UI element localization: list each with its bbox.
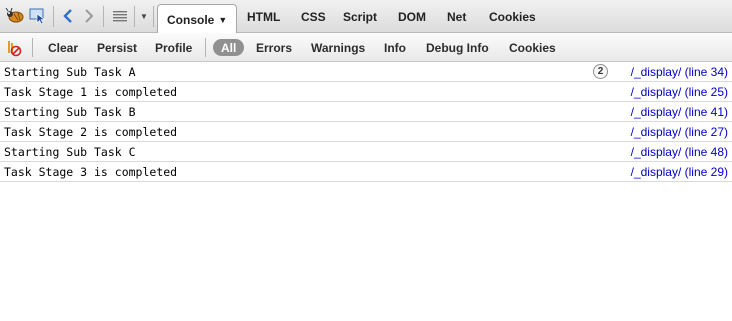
tab-css-label: CSS <box>301 9 326 24</box>
log-row: Starting Sub Task C /_display/ (line 48) <box>0 142 732 162</box>
tab-net[interactable]: Net <box>438 0 475 33</box>
inspect-icon[interactable] <box>28 5 48 27</box>
firebug-icon[interactable] <box>4 5 26 27</box>
log-row: Task Stage 3 is completed /_display/ (li… <box>0 162 732 182</box>
log-source-link[interactable]: /_display/ (line 34) <box>631 65 728 79</box>
clear-console-icon[interactable] <box>4 37 24 59</box>
log-row: Task Stage 1 is completed /_display/ (li… <box>0 82 732 102</box>
filter-errors[interactable]: Errors <box>256 33 292 62</box>
toolbar-separator <box>134 6 135 27</box>
toolbar-separator <box>153 6 154 27</box>
log-row: Task Stage 2 is completed /_display/ (li… <box>0 122 732 142</box>
filter-info-label: Info <box>384 40 406 55</box>
tab-cookies-label: Cookies <box>489 9 536 24</box>
log-source-link[interactable]: /_display/ (line 25) <box>631 85 728 99</box>
persist-button-label: Persist <box>97 40 138 55</box>
tab-console-label: Console <box>167 12 215 27</box>
persist-button[interactable]: Persist <box>97 33 137 62</box>
menu-dropdown-icon[interactable]: ▼ <box>137 5 151 27</box>
filter-debug-info[interactable]: Debug Info <box>426 33 489 62</box>
log-row: Starting Sub Task A 2 /_display/ (line 3… <box>0 62 732 82</box>
filter-cookies[interactable]: Cookies <box>509 33 556 62</box>
console-filter-bar: Clear Persist Profile All Errors Warning… <box>0 33 732 62</box>
profile-button-label: Profile <box>155 40 193 55</box>
tab-dom[interactable]: DOM <box>389 0 435 33</box>
tab-script[interactable]: Script <box>334 0 386 33</box>
log-source-link[interactable]: /_display/ (line 48) <box>631 145 728 159</box>
toolbar-separator <box>103 6 104 27</box>
console-log: Starting Sub Task A 2 /_display/ (line 3… <box>0 62 732 182</box>
log-source-link[interactable]: /_display/ (line 27) <box>631 125 728 139</box>
repeat-count-badge: 2 <box>593 64 608 79</box>
tab-console[interactable]: Console ▼ <box>157 4 238 34</box>
tab-net-label: Net <box>447 9 467 24</box>
filter-all-label: All <box>221 40 237 55</box>
tab-dom-label: DOM <box>398 9 426 24</box>
clear-button[interactable]: Clear <box>48 33 78 62</box>
profile-button[interactable]: Profile <box>155 33 192 62</box>
filter-all[interactable]: All <box>213 39 245 56</box>
log-source-link[interactable]: /_display/ (line 41) <box>631 105 728 119</box>
tab-html[interactable]: HTML <box>238 0 289 33</box>
dropdown-glyph: ▼ <box>140 11 148 21</box>
log-message: Starting Sub Task A <box>4 65 136 79</box>
log-source-link[interactable]: /_display/ (line 29) <box>631 165 728 179</box>
filter-info[interactable]: Info <box>384 33 406 62</box>
log-message: Starting Sub Task C <box>4 145 136 159</box>
main-toolbar: ▼ Console ▼ HTML CSS Script DOM Net Cook… <box>0 0 732 34</box>
filter-errors-label: Errors <box>256 40 293 55</box>
filter-cookies-label: Cookies <box>509 40 556 55</box>
toolbar-separator <box>32 38 33 57</box>
log-message: Task Stage 1 is completed <box>4 85 178 99</box>
tab-cookies[interactable]: Cookies <box>480 0 545 33</box>
toolbar-separator <box>205 38 206 57</box>
log-message: Task Stage 2 is completed <box>4 125 178 139</box>
log-row: Starting Sub Task B /_display/ (line 41) <box>0 102 732 122</box>
tab-css[interactable]: CSS <box>292 0 335 33</box>
toolbar-separator <box>53 6 54 27</box>
chevron-down-icon[interactable]: ▼ <box>218 15 227 25</box>
filter-warnings-label: Warnings <box>311 40 366 55</box>
filter-warnings[interactable]: Warnings <box>311 33 365 62</box>
tab-script-label: Script <box>343 9 378 24</box>
log-message: Starting Sub Task B <box>4 105 136 119</box>
tab-html-label: HTML <box>247 9 281 24</box>
log-message: Task Stage 3 is completed <box>4 165 178 179</box>
forward-icon[interactable] <box>80 5 98 27</box>
list-icon[interactable] <box>110 5 130 27</box>
clear-button-label: Clear <box>48 40 79 55</box>
filter-debug-info-label: Debug Info <box>426 40 489 55</box>
back-icon[interactable] <box>59 5 77 27</box>
